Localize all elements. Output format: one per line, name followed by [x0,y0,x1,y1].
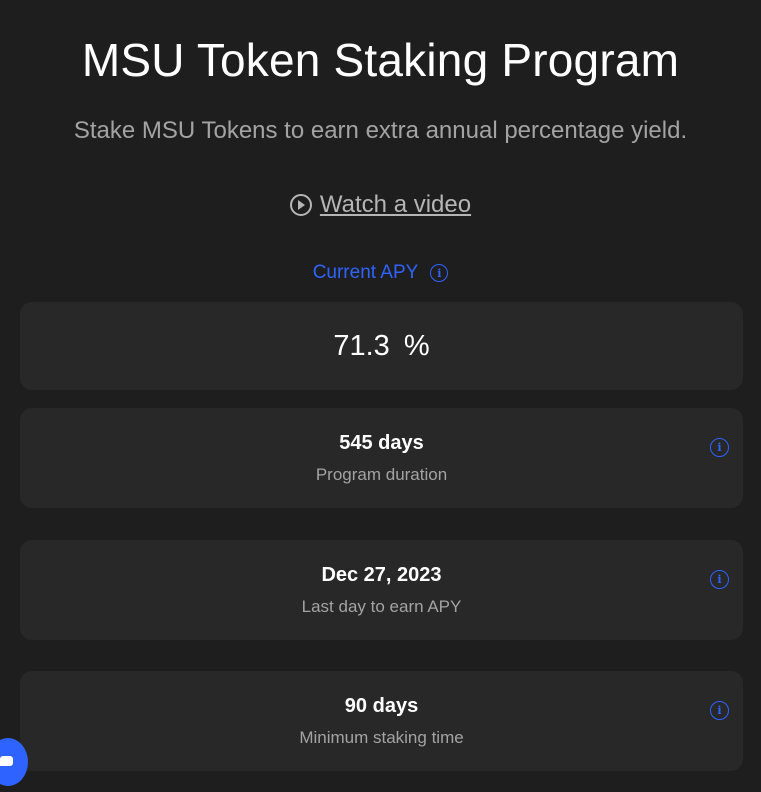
last-day-card: Dec 27, 2023 Last day to earn APY i [20,540,743,640]
info-icon[interactable]: i [430,264,449,282]
page-title: MSU Token Staking Program [81,34,680,86]
current-apy-label: Current APY [312,262,419,283]
info-icon[interactable]: i [710,438,729,457]
watch-video-link[interactable]: Watch a video [0,188,761,222]
last-day-label: Last day to earn APY [301,597,462,616]
minimum-staking-card: 90 days Minimum staking time i [20,671,743,771]
apy-card: 71.3 % [20,302,743,390]
play-circle-icon [289,194,312,216]
current-apy-header: Current APY i [0,262,761,284]
program-duration-value: 545 days [339,432,424,454]
info-icon[interactable]: i [710,570,729,589]
program-duration-card: 545 days Program duration i [20,408,743,508]
staking-page: MSU Token Staking Program Stake MSU Toke… [0,0,761,792]
watch-video-label: Watch a video [319,191,472,218]
apy-value: 71.3 % [333,329,430,362]
minimum-staking-label: Minimum staking time [299,728,464,747]
last-day-value: Dec 27, 2023 [321,564,442,586]
page-subtitle: Stake MSU Tokens to earn extra annual pe… [73,117,688,144]
minimum-staking-value: 90 days [344,695,419,717]
info-icon[interactable]: i [710,701,729,720]
program-duration-label: Program duration [315,465,448,484]
